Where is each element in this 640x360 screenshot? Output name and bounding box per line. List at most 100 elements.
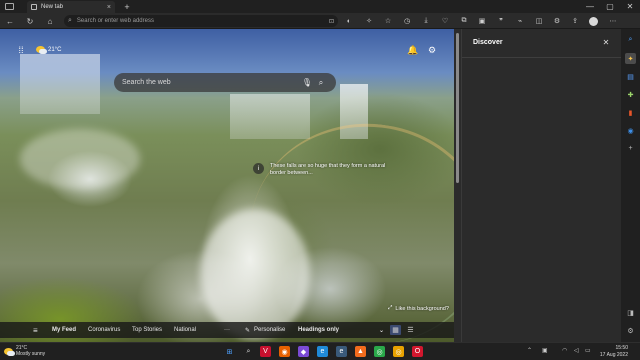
taskbar-search-icon[interactable]: ⌕ bbox=[243, 346, 254, 357]
tab-label: New tab bbox=[41, 4, 64, 10]
app-purple-icon[interactable]: ◆ bbox=[298, 346, 309, 357]
rewards-icon[interactable]: ♡ bbox=[440, 16, 450, 26]
partly-sunny-icon bbox=[36, 46, 47, 54]
new-tab-favicon-icon bbox=[31, 4, 37, 10]
back-icon[interactable]: ← bbox=[4, 15, 16, 27]
refresh-icon[interactable]: ↻ bbox=[24, 15, 36, 27]
tab-top-stories[interactable]: Top Stories bbox=[132, 322, 162, 338]
sidebar-settings-icon[interactable]: ⚙ bbox=[625, 325, 636, 336]
caption-text: These falls are so huge that they form a… bbox=[270, 163, 386, 176]
headings-only-label: Headings only bbox=[298, 327, 340, 333]
taskbar-weather[interactable]: 21°C Mostly sunny bbox=[4, 345, 45, 357]
close-window-button[interactable]: ✕ bbox=[620, 0, 640, 13]
home-icon[interactable]: ⌂ bbox=[44, 15, 56, 27]
feed-bar: ≡ My Feed Coronavirus Top Stories Nation… bbox=[0, 322, 454, 338]
discover-icon[interactable]: ✦ bbox=[625, 53, 636, 64]
tab-coronavirus[interactable]: Coronavirus bbox=[88, 322, 120, 338]
wifi-icon[interactable]: ◠ bbox=[562, 347, 567, 354]
performance-icon[interactable]: ⌁ bbox=[515, 16, 525, 26]
like-background-text: Like this background? bbox=[395, 305, 449, 312]
new-tab-button[interactable]: + bbox=[121, 1, 133, 12]
like-background-link[interactable]: ⤢ Like this background? bbox=[388, 305, 449, 312]
weather-widget[interactable]: 21°C bbox=[36, 46, 62, 54]
image-caption[interactable]: i These falls are so huge that they form… bbox=[253, 163, 402, 177]
tray-app-icon[interactable]: ▣ bbox=[542, 347, 548, 354]
notifications-bell-icon[interactable]: 🔔 bbox=[407, 44, 419, 56]
taskbar-clock[interactable]: 15:50 17 Aug 2022 bbox=[594, 345, 628, 359]
taskbar-time: 15:50 bbox=[615, 345, 628, 351]
history-icon[interactable]: ◷ bbox=[402, 16, 412, 26]
opera-icon[interactable]: O bbox=[412, 346, 423, 357]
firefox-icon[interactable]: ◉ bbox=[279, 346, 290, 357]
maximize-button[interactable]: ▢ bbox=[600, 0, 620, 13]
page-scrollbar[interactable] bbox=[454, 29, 461, 342]
brave-icon[interactable]: ▲ bbox=[355, 346, 366, 357]
tab-actions-icon[interactable] bbox=[5, 3, 14, 10]
tools-icon[interactable]: ✚ bbox=[625, 89, 636, 100]
scrollbar-thumb[interactable] bbox=[456, 33, 459, 183]
minimize-button[interactable]: — bbox=[580, 0, 600, 13]
chrome-canary-icon[interactable]: ◎ bbox=[393, 346, 404, 357]
title-bar: New tab × + — ▢ ✕ bbox=[0, 0, 640, 13]
volume-icon[interactable]: ◁ bbox=[574, 347, 579, 354]
split-icon[interactable]: ◫ bbox=[534, 16, 544, 26]
search-icon: ⌕ bbox=[68, 17, 72, 24]
personalise-button[interactable]: ✎ Personalise bbox=[245, 322, 285, 338]
site-info-icon[interactable]: ⊡ bbox=[329, 18, 334, 25]
share-icon[interactable]: ⇪ bbox=[570, 16, 580, 26]
settings-icon[interactable]: ⚙ bbox=[552, 16, 562, 26]
sidebar-toggle-icon[interactable]: ◨ bbox=[625, 307, 636, 318]
search-placeholder: Search the web bbox=[122, 79, 171, 86]
screenshot-icon[interactable]: ▣ bbox=[477, 16, 487, 26]
grid-view-icon[interactable]: ▦ bbox=[390, 325, 401, 335]
close-tab-icon[interactable]: × bbox=[107, 4, 111, 11]
personalise-label: Personalise bbox=[254, 327, 286, 333]
vivaldi-icon[interactable]: V bbox=[260, 346, 271, 357]
tray-overflow-icon[interactable]: ⌃ bbox=[527, 347, 532, 354]
tab-new-tab[interactable]: New tab × bbox=[27, 1, 115, 13]
info-icon: i bbox=[253, 163, 264, 174]
battery-icon[interactable]: ▭ bbox=[585, 347, 591, 354]
chrome-icon[interactable]: ◎ bbox=[374, 346, 385, 357]
tab-national[interactable]: National bbox=[174, 322, 196, 338]
feed-menu-icon[interactable]: ≡ bbox=[33, 322, 38, 338]
apps-grid-icon[interactable]: ⁞⁞ bbox=[15, 44, 27, 56]
downloads-icon[interactable]: ⤓ bbox=[421, 16, 431, 26]
search-icon[interactable]: ⌕ bbox=[625, 34, 636, 45]
expand-icon: ⤢ bbox=[388, 305, 393, 311]
shopping-icon[interactable]: ▤ bbox=[625, 71, 636, 82]
chevron-down-icon: ⌄ bbox=[379, 327, 385, 334]
profile-icon[interactable] bbox=[588, 16, 598, 26]
waterfall-left-image bbox=[20, 54, 100, 114]
discover-title: Discover bbox=[473, 39, 503, 46]
tracking-icon[interactable]: ◐ bbox=[344, 16, 354, 26]
divider bbox=[462, 57, 622, 58]
headings-only-dropdown[interactable]: Headings only ⌄ bbox=[298, 322, 384, 338]
office-icon[interactable]: ▮ bbox=[625, 107, 636, 118]
address-bar[interactable]: ⌕ Search or enter web address ⊡ bbox=[64, 15, 338, 27]
sunny-icon bbox=[4, 347, 15, 356]
close-icon[interactable]: ✕ bbox=[601, 37, 611, 47]
taskbar: 21°C Mostly sunny ⊞ ⌕ V ◉ ◆ e e ▲ ◎ ◎ O … bbox=[0, 342, 640, 360]
edge-icon[interactable]: e bbox=[317, 346, 328, 357]
microphone-icon[interactable]: 🎙 bbox=[300, 78, 314, 87]
favorites-icon[interactable]: ☆ bbox=[383, 16, 393, 26]
more-tabs-button[interactable]: ··· bbox=[224, 322, 230, 338]
tab-my-feed[interactable]: My Feed bbox=[52, 322, 76, 338]
quote-icon[interactable]: ❞ bbox=[496, 16, 506, 26]
extension-icon[interactable]: ✧ bbox=[364, 16, 374, 26]
weather-temp: 21°C bbox=[48, 46, 62, 53]
page-settings-icon[interactable]: ⚙ bbox=[426, 44, 438, 56]
list-view-icon[interactable]: ☰ bbox=[405, 325, 416, 335]
start-windows-icon[interactable]: ⊞ bbox=[224, 346, 235, 357]
web-search-box[interactable]: Search the web 🎙 ⌕ bbox=[114, 73, 336, 92]
outlook-icon[interactable]: ◉ bbox=[625, 125, 636, 136]
more-icon[interactable]: ⋯ bbox=[608, 16, 618, 26]
edge-sidebar: ⌕ ✦ ▤ ✚ ▮ ◉ + ◨ ⚙ bbox=[621, 29, 640, 342]
collections-icon[interactable]: ⧉ bbox=[459, 16, 469, 26]
search-icon[interactable]: ⌕ bbox=[314, 78, 328, 88]
taskbar-weather-desc: Mostly sunny bbox=[16, 351, 46, 357]
add-icon[interactable]: + bbox=[625, 143, 636, 154]
pencil-icon: ✎ bbox=[245, 327, 251, 334]
edge-beta-icon[interactable]: e bbox=[336, 346, 347, 357]
